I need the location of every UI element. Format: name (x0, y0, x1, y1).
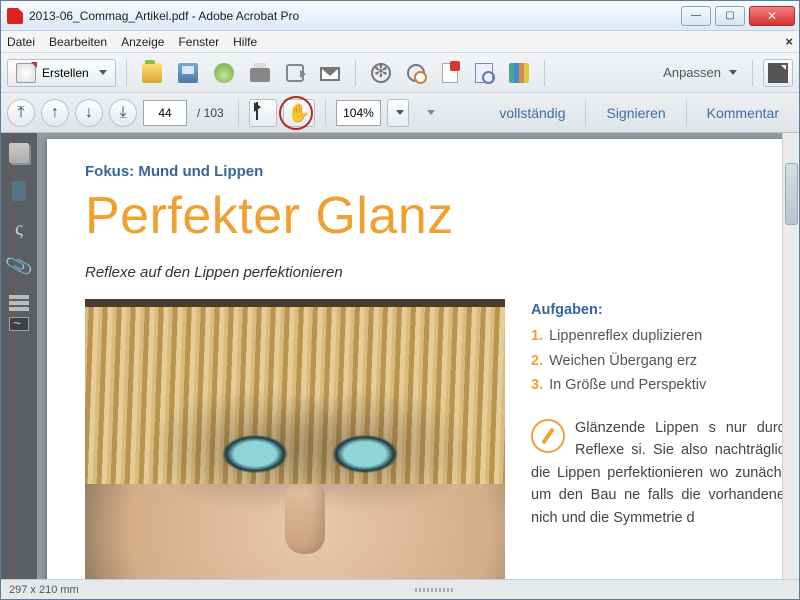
envelope-icon (320, 67, 340, 81)
tasks-heading: Aufgaben: (531, 299, 793, 321)
statusbar: 297 x 210 mm (1, 579, 799, 599)
gear-icon (371, 63, 391, 83)
prev-page-button[interactable]: ↑ (41, 99, 69, 127)
chevron-down-icon (99, 70, 107, 75)
email-button[interactable] (315, 59, 345, 87)
combine-pdf-button[interactable] (436, 59, 464, 87)
sign-panel-icon[interactable] (9, 317, 29, 331)
article-headline: Perfekter Glanz (85, 186, 793, 246)
menu-close-doc[interactable]: × (785, 34, 793, 49)
window-title: 2013-06_Commag_Artikel.pdf - Adobe Acrob… (29, 9, 677, 23)
pdf-file-icon (7, 8, 23, 24)
share-button[interactable] (281, 59, 309, 87)
save-button[interactable] (173, 59, 203, 87)
menu-file[interactable]: Datei (7, 35, 35, 49)
chevron-down-icon (396, 110, 404, 115)
attachments-panel-icon[interactable]: 📎 (4, 253, 34, 280)
nav-toolbar: ⤒ ↑ ↓ ⤓ / 103 ✋ 104% vollständig Signier… (1, 93, 799, 133)
maximize-button[interactable]: ▢ (715, 6, 745, 26)
zoom-dropdown[interactable] (387, 99, 409, 127)
chevron-down-icon (729, 70, 737, 75)
cloud-button[interactable] (209, 59, 239, 87)
options-button[interactable] (366, 59, 396, 87)
share-icon (286, 64, 304, 82)
cursor-icon (254, 102, 272, 124)
printer-icon (250, 68, 270, 82)
pdf-page: Fokus: Mund und Lippen Perfekter Glanz R… (47, 139, 799, 579)
fullscreen-button[interactable] (763, 59, 793, 87)
pdf-combine-icon (442, 63, 458, 83)
last-page-button[interactable]: ⤓ (109, 99, 137, 127)
layers-panel-icon[interactable] (9, 295, 29, 299)
comment-link[interactable]: Kommentar (697, 105, 793, 121)
sign-link[interactable]: Signieren (596, 105, 675, 121)
cloud-up-icon (214, 63, 234, 83)
tasks-list: 1.Lippenreflex duplizieren 2.Weichen Übe… (531, 325, 793, 396)
menubar: Datei Bearbeiten Anzeige Fenster Hilfe × (1, 31, 799, 53)
scrollbar-thumb[interactable] (785, 163, 798, 225)
create-label: Erstellen (42, 66, 89, 80)
gear-play-icon (407, 64, 425, 82)
page-dimensions: 297 x 210 mm (9, 584, 79, 596)
create-button[interactable]: Erstellen (7, 59, 116, 87)
next-page-button[interactable]: ↓ (75, 99, 103, 127)
chevron-down-icon (427, 110, 435, 115)
customize-label: Anpassen (663, 65, 721, 80)
more-zoom-button[interactable] (415, 99, 443, 127)
menu-view[interactable]: Anzeige (121, 35, 164, 49)
status-grip (79, 588, 791, 592)
expand-icon (768, 63, 788, 83)
print-button[interactable] (245, 59, 275, 87)
create-icon (16, 63, 36, 83)
article-kicker: Fokus: Mund und Lippen (85, 163, 793, 180)
select-tool[interactable] (249, 99, 277, 127)
document-viewport[interactable]: Fokus: Mund und Lippen Perfekter Glanz R… (37, 133, 799, 579)
pages-panel-icon[interactable] (9, 143, 29, 163)
page-total-label: / 103 (197, 106, 224, 120)
article-body: Glänzende Lippen s nur durch Reflexe si.… (531, 417, 793, 529)
first-page-button[interactable]: ⤒ (7, 99, 35, 127)
zoom-input[interactable]: 104% (336, 100, 381, 126)
bookmarks-panel-icon[interactable] (12, 181, 26, 201)
identify-icon (475, 63, 493, 83)
main-toolbar: Erstellen Anpassen (1, 53, 799, 93)
brush-circle-icon (531, 419, 565, 453)
color-bars-icon (509, 63, 529, 83)
folder-open-icon (142, 63, 162, 83)
article-photo (85, 299, 505, 579)
navigation-pane: ς 📎 (1, 133, 37, 579)
signatures-panel-icon[interactable]: ς (15, 219, 23, 239)
hand-tool[interactable]: ✋ (283, 99, 315, 127)
minimize-button[interactable]: — (681, 6, 711, 26)
floppy-icon (178, 63, 198, 83)
open-button[interactable] (137, 59, 167, 87)
view-full-link[interactable]: vollständig (489, 105, 575, 121)
close-button[interactable]: ✕ (749, 6, 795, 26)
menu-help[interactable]: Hilfe (233, 35, 257, 49)
menu-edit[interactable]: Bearbeiten (49, 35, 107, 49)
article-subhead: Reflexe auf den Lippen perfektionieren (85, 264, 793, 281)
identify-button[interactable] (470, 59, 498, 87)
menu-window[interactable]: Fenster (178, 35, 219, 49)
action-wizard-button[interactable] (402, 59, 430, 87)
color-proof-button[interactable] (504, 59, 534, 87)
vertical-scrollbar[interactable] (782, 133, 799, 579)
customize-button[interactable]: Anpassen (658, 59, 742, 87)
titlebar: 2013-06_Commag_Artikel.pdf - Adobe Acrob… (1, 1, 799, 31)
page-number-input[interactable] (143, 100, 187, 126)
hand-icon: ✋ (288, 104, 310, 122)
